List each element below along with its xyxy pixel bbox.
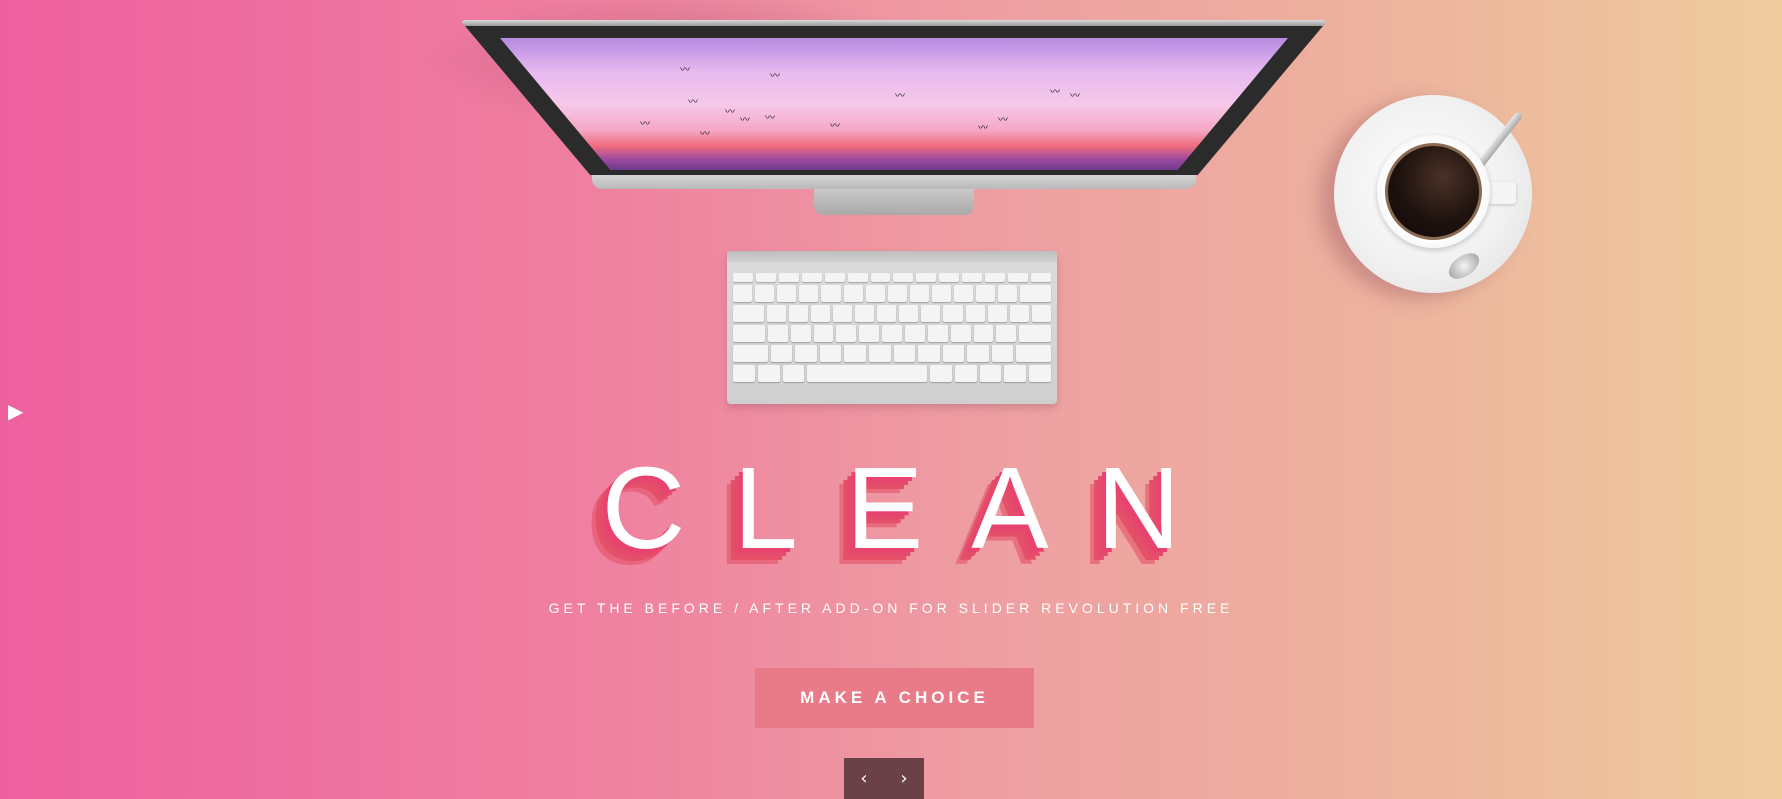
make-a-choice-button[interactable]: MAKE A CHOICE <box>755 668 1034 728</box>
monitor-image: 〰 〰 〰 〰 〰 〰 〰 〰 〰 〰 〰 〰 〰 〰 <box>420 0 1328 215</box>
bird-icon: 〰 <box>770 71 780 82</box>
keyboard-row <box>733 365 1052 382</box>
keyboard-row <box>733 325 1052 342</box>
bird-icon: 〰 <box>680 65 690 76</box>
monitor-rim <box>460 20 1328 26</box>
bird-icon: 〰 <box>700 129 710 140</box>
monitor-stand <box>814 189 974 215</box>
keyboard-row <box>733 345 1052 362</box>
keyboard-row <box>733 273 1051 282</box>
bird-icon: 〰 <box>640 119 650 130</box>
chevron-right-icon[interactable]: › <box>884 758 924 799</box>
bird-icon: 〰 <box>740 115 750 126</box>
coffee-surface <box>1385 143 1482 240</box>
keyboard-image <box>727 251 1057 404</box>
bird-icon: 〰 <box>895 91 905 102</box>
cup-handle <box>1488 182 1516 204</box>
keyboard-row <box>733 305 1051 322</box>
hero-slide: 〰 〰 〰 〰 〰 〰 〰 〰 〰 〰 〰 〰 〰 〰 ▶ CLEAN GET … <box>0 0 1782 799</box>
keyboard-top <box>727 251 1057 263</box>
hero-headline: CLEAN <box>601 443 1229 573</box>
bird-icon: 〰 <box>830 121 840 132</box>
slider-navigation: ‹ › <box>844 758 924 799</box>
bird-icon: 〰 <box>978 123 988 134</box>
hero-subtitle: GET THE BEFORE / AFTER ADD-ON FOR SLIDER… <box>548 600 1234 616</box>
bird-icon: 〰 <box>1070 91 1080 102</box>
bird-icon: 〰 <box>765 113 775 124</box>
chevron-left-icon[interactable]: ‹ <box>844 758 884 799</box>
monitor-screen: 〰 〰 〰 〰 〰 〰 〰 〰 〰 〰 〰 〰 〰 〰 <box>500 38 1288 170</box>
apple-icon <box>885 176 903 188</box>
bird-icon: 〰 <box>725 107 735 118</box>
bird-icon: 〰 <box>688 97 698 108</box>
bird-icon: 〰 <box>1050 87 1060 98</box>
bird-icon: 〰 <box>998 115 1008 126</box>
keyboard-row <box>733 285 1051 302</box>
play-icon[interactable]: ▶ <box>8 400 24 422</box>
